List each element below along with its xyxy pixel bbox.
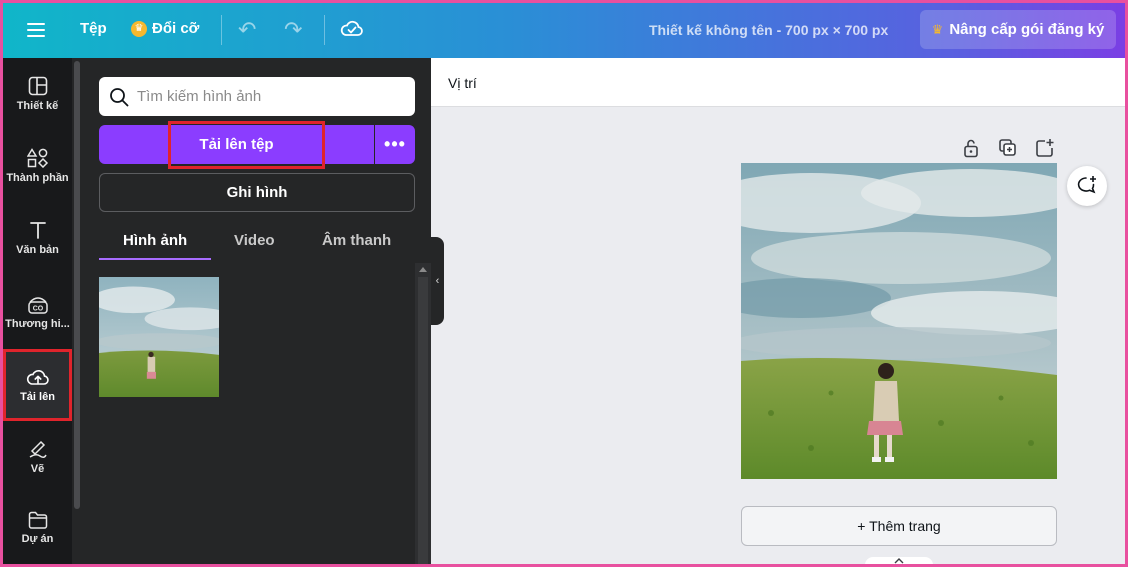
- crown-icon: ♛: [131, 20, 147, 37]
- active-tab-indicator: [99, 258, 211, 260]
- crown-icon: ♛: [931, 21, 944, 37]
- highlight-box: [168, 121, 325, 169]
- rail-item-draw[interactable]: Vẽ: [3, 421, 72, 493]
- canvas-area: Vị trí + Thêm trang: [431, 58, 1125, 564]
- cloud-check-icon[interactable]: [340, 18, 364, 43]
- design-page-image[interactable]: [741, 163, 1057, 479]
- add-comment-button[interactable]: [1067, 166, 1107, 206]
- show-pages-toggle[interactable]: [865, 557, 933, 564]
- tab-images[interactable]: Hình ảnh: [123, 232, 187, 249]
- chevron-left-icon: ‹: [435, 275, 440, 287]
- folder-icon: [28, 511, 47, 529]
- add-page-button[interactable]: + Thêm trang: [741, 506, 1057, 546]
- more-options-button[interactable]: •••: [375, 125, 415, 164]
- upgrade-button[interactable]: ♛ Nâng cấp gói đăng ký: [920, 10, 1116, 49]
- svg-text:CO: CO: [32, 306, 43, 313]
- uploads-panel: Tải lên tệp ••• Ghi hình Hình ảnh Video …: [72, 58, 431, 564]
- rail-item-label: Thành phần: [6, 172, 69, 184]
- app-window: Tệp ♛ Đổi cỡ ↶ ↷ Thiết kế không tên - 70…: [3, 3, 1125, 564]
- record-button[interactable]: Ghi hình: [99, 173, 415, 212]
- search-box[interactable]: [99, 77, 415, 116]
- search-input[interactable]: [137, 88, 397, 105]
- position-button[interactable]: Vị trí: [448, 75, 477, 91]
- panel-scrollbar[interactable]: [415, 263, 431, 564]
- scroll-up-arrow-icon[interactable]: [419, 267, 427, 272]
- rail-item-label: Vẽ: [30, 463, 45, 475]
- chevron-up-icon: [894, 558, 904, 564]
- text-icon: [29, 222, 46, 239]
- resize-label: Đổi cỡ: [152, 20, 200, 37]
- context-toolbar: Vị trí: [431, 58, 1125, 107]
- layout-icon: [28, 76, 47, 96]
- undo-icon[interactable]: ↶: [238, 17, 256, 43]
- rail-item-label: Thương hi...: [5, 318, 70, 330]
- add-page-icon[interactable]: [1035, 138, 1055, 163]
- file-menu-button[interactable]: Tệp: [80, 20, 107, 37]
- document-title[interactable]: Thiết kế không tên - 700 px × 700 px: [649, 22, 888, 38]
- rail-item-text[interactable]: Văn bản: [3, 202, 72, 274]
- rail-item-label: Dự án: [21, 533, 54, 545]
- rail-item-label: Văn bản: [16, 244, 59, 256]
- shapes-icon: [26, 148, 48, 168]
- collapse-panel-button[interactable]: ‹: [431, 237, 444, 325]
- rail-item-projects[interactable]: Dự án: [3, 492, 72, 564]
- brand-icon: CO: [27, 297, 48, 314]
- tab-audio[interactable]: Âm thanh: [322, 232, 391, 249]
- draw-icon: [29, 440, 47, 459]
- rail-item-elements[interactable]: Thành phần: [3, 130, 72, 202]
- resize-button[interactable]: ♛ Đổi cỡ: [131, 20, 199, 37]
- menu-icon[interactable]: [27, 19, 45, 41]
- search-icon: [110, 87, 129, 106]
- rail-item-label: Thiết kế: [16, 100, 59, 112]
- divider: [324, 15, 325, 45]
- tab-videos[interactable]: Video: [234, 232, 275, 249]
- side-nav-rail: Thiết kế Thành phần Văn bản CO Thương hi…: [3, 58, 72, 564]
- duplicate-page-icon[interactable]: [998, 138, 1018, 163]
- uploaded-image-thumbnail[interactable]: [99, 277, 219, 397]
- top-bar: Tệp ♛ Đổi cỡ ↶ ↷ Thiết kế không tên - 70…: [3, 3, 1125, 58]
- media-tabs: Hình ảnh Video Âm thanh: [99, 228, 415, 260]
- rail-item-design[interactable]: Thiết kế: [3, 58, 72, 130]
- scroll-track[interactable]: [418, 277, 428, 564]
- comment-add-icon: [1077, 176, 1096, 194]
- lock-icon[interactable]: [962, 138, 980, 163]
- rail-scrollbar[interactable]: [74, 61, 80, 509]
- upgrade-label: Nâng cấp gói đăng ký: [949, 21, 1105, 38]
- rail-item-brand[interactable]: CO Thương hi...: [3, 276, 72, 348]
- divider: [221, 15, 222, 45]
- highlight-box: [3, 349, 72, 421]
- redo-icon[interactable]: ↷: [284, 17, 302, 43]
